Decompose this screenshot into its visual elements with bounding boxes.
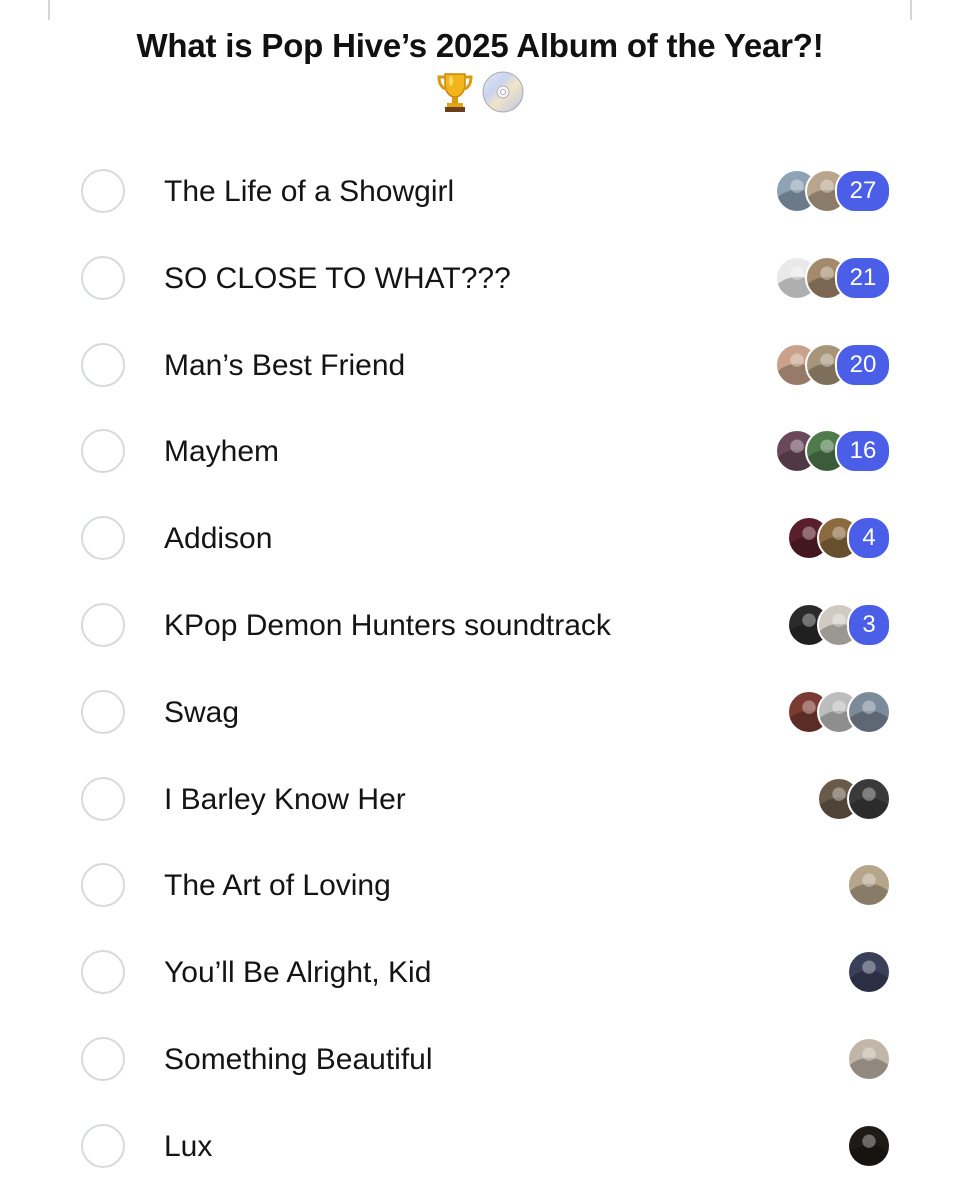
option-label: Something Beautiful (164, 1042, 433, 1076)
poll-option[interactable]: KPop Demon Hunters soundtrack 3 (0, 583, 960, 670)
avatar (847, 950, 891, 995)
option-radio-button[interactable] (81, 602, 125, 647)
option-label: You’ll Be Alright, Kid (164, 956, 432, 990)
voter-avatars[interactable] (847, 950, 891, 995)
option-radio-button[interactable] (81, 863, 125, 908)
avatar (847, 1036, 891, 1081)
option-radio-button[interactable] (81, 950, 125, 995)
poll-option[interactable]: The Art of Loving (0, 843, 960, 930)
vote-count-badge: 21 (835, 255, 891, 300)
option-radio-button[interactable] (81, 689, 125, 734)
voter-avatars[interactable] (847, 1036, 891, 1081)
option-radio-button[interactable] (81, 776, 125, 821)
poll-option[interactable]: You’ll Be Alright, Kid (0, 930, 960, 1017)
option-label: Lux (164, 1129, 213, 1163)
voter-avatars[interactable]: 16 (775, 429, 891, 474)
poll-option[interactable]: SO CLOSE TO WHAT??? 21 (0, 236, 960, 323)
voter-avatars[interactable]: 21 (775, 255, 891, 300)
voter-avatars[interactable] (847, 863, 891, 908)
poll-header: What is Pop Hive’s 2025 Album of the Yea… (60, 24, 900, 114)
trophy-icon (435, 70, 475, 114)
option-label: I Barley Know Her (164, 782, 406, 816)
avatar (847, 1123, 891, 1168)
poll-option[interactable]: Addison 4 (0, 496, 960, 583)
avatar (847, 863, 891, 908)
option-label: Swag (164, 695, 240, 729)
option-radio-button[interactable] (81, 1036, 125, 1081)
poll-option[interactable]: Something Beautiful (0, 1017, 960, 1104)
right-edge-divider (910, 0, 912, 20)
option-label: The Life of a Showgirl (164, 175, 455, 208)
vote-count-badge: 16 (835, 429, 891, 474)
vote-count-badge: 4 (847, 516, 891, 561)
voter-avatars[interactable] (787, 689, 891, 734)
option-label: Mayhem (164, 435, 280, 469)
title-emoji-row (60, 70, 900, 114)
voter-avatars[interactable]: 3 (787, 602, 891, 647)
poll-option[interactable]: Swag (0, 670, 960, 757)
option-radio-button[interactable] (81, 342, 125, 387)
avatar (847, 776, 891, 821)
voter-avatars[interactable]: 27 (775, 169, 891, 213)
vote-count-badge: 3 (847, 602, 891, 647)
poll-title: What is Pop Hive’s 2025 Album of the Yea… (136, 27, 824, 64)
voter-avatars[interactable] (817, 776, 891, 821)
voter-avatars[interactable]: 20 (775, 342, 891, 387)
option-label: SO CLOSE TO WHAT??? (164, 261, 511, 295)
vote-count-badge: 27 (835, 169, 891, 213)
avatar (847, 689, 891, 734)
option-radio-button[interactable] (81, 1123, 125, 1168)
option-label: The Art of Loving (164, 869, 391, 903)
option-radio-button[interactable] (81, 169, 125, 213)
option-radio-button[interactable] (81, 429, 125, 474)
disc-icon (481, 70, 525, 114)
option-radio-button[interactable] (81, 255, 125, 300)
voter-avatars[interactable]: 4 (787, 516, 891, 561)
option-label: Addison (164, 522, 273, 556)
option-radio-button[interactable] (81, 516, 125, 561)
poll-option[interactable]: The Life of a Showgirl 27 (0, 149, 960, 236)
poll-option[interactable]: Man’s Best Friend 20 (0, 323, 960, 410)
voter-avatars[interactable] (847, 1123, 891, 1168)
poll-option[interactable]: I Barley Know Her (0, 757, 960, 844)
poll-options-list: The Life of a Showgirl 27 SO CLOSE TO WHAT… (0, 149, 960, 1191)
poll-option[interactable]: Lux (0, 1104, 960, 1191)
left-edge-divider (48, 0, 50, 20)
option-label: KPop Demon Hunters soundtrack (164, 608, 611, 642)
poll-option[interactable]: Mayhem 16 (0, 409, 960, 496)
vote-count-badge: 20 (835, 342, 891, 387)
option-label: Man’s Best Friend (164, 348, 406, 382)
